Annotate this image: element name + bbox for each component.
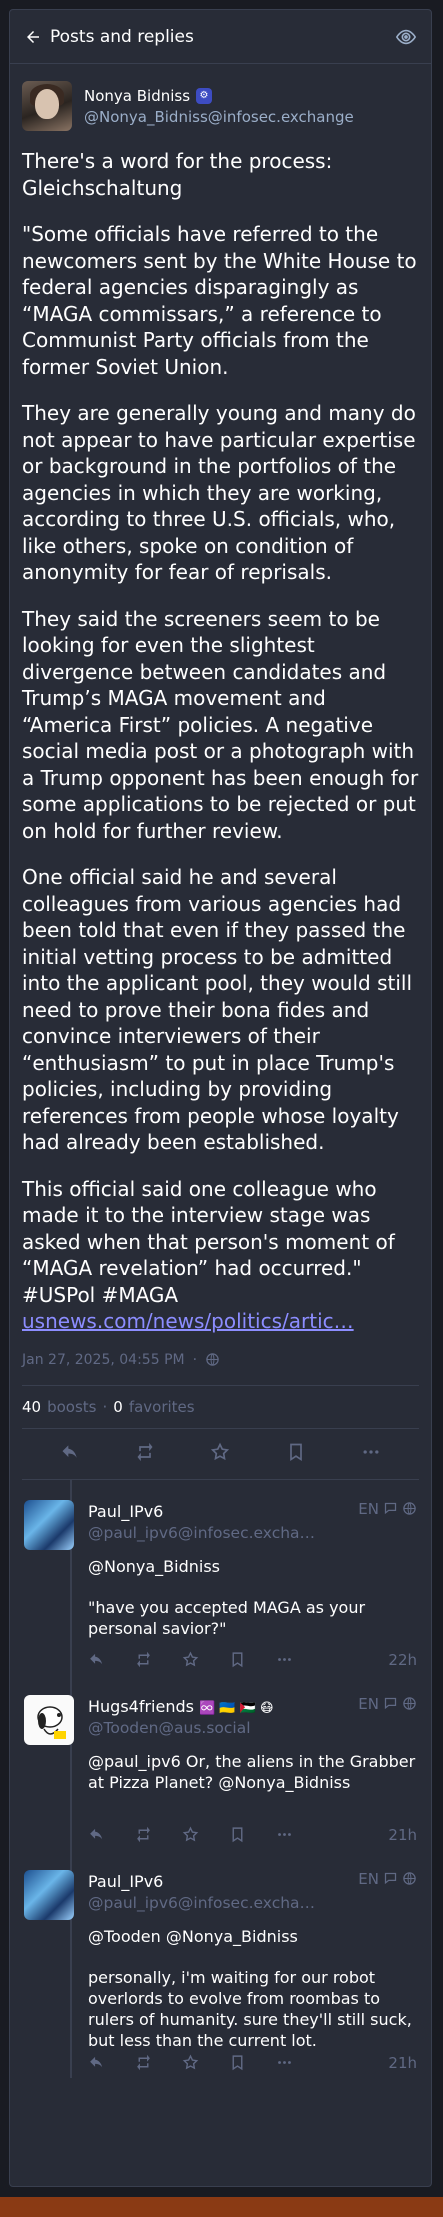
boosts-label[interactable]: boosts [47,1398,96,1416]
name-emojis: ♾️ 🇺🇦 🇵🇸 😷 [199,1700,274,1716]
boosts-count[interactable]: 40 [22,1398,41,1416]
status-timestamp[interactable]: Jan 27, 2025, 04:55 PM [22,1352,185,1368]
bookmark-icon[interactable] [229,1651,246,1668]
avatar[interactable] [24,1694,74,1745]
status-meta: Jan 27, 2025, 04:55 PM · [22,1345,419,1375]
avatar[interactable] [24,1869,74,1920]
account-handle: @paul_ipv6@infosec.excha… [88,1523,316,1542]
back-arrow-icon [27,30,39,43]
reply-status[interactable]: EN Paul_IPv6 @paul_ipv6@infosec.excha… @… [10,1480,431,1675]
more-button[interactable] [361,1442,381,1466]
more-icon[interactable] [276,1651,293,1668]
status-paragraph: They are generally young and many do not… [22,401,416,584]
status-paragraph: There's a word for the process: Gleichsc… [22,149,333,200]
more-icon[interactable] [276,2054,293,2071]
eye-icon[interactable] [395,26,417,48]
bottom-bar [0,2197,443,2217]
reply-status[interactable]: EN Hugs4friends ♾️ 🇺🇦 🇵🇸 😷 @Tooden@aus.s… [10,1675,431,1850]
article-link[interactable]: usnews.com/news/politics/artic… [22,1309,354,1333]
reply-meta: EN [358,1500,417,1518]
reply-content: @Nonya_Bidniss "have you accepted MAGA a… [88,1556,417,1639]
boost-icon [137,1442,153,1461]
reply-icon[interactable] [88,1651,105,1668]
favorites-label[interactable]: favorites [129,1398,195,1416]
bookmark-icon[interactable] [229,1826,246,1843]
reply-paragraph: "have you accepted MAGA as your personal… [88,1597,366,1638]
reply-action-bar: 21h [88,2048,417,2078]
reply-content: @paul_ipv6 Or, the aliens in the Grabber… [88,1751,417,1793]
globe-icon [206,1353,219,1366]
globe-icon [403,1697,416,1710]
quote-icon [384,1697,397,1710]
globe-icon [403,1872,416,1885]
reply-paragraph: @Nonya_Bidniss [88,1556,221,1576]
back-button[interactable]: Posts and replies [24,27,194,47]
boost-icon[interactable] [135,1651,152,1668]
snoopy-avatar-image [37,1705,66,1739]
account-handle: @paul_ipv6@infosec.excha… [88,1893,316,1912]
reply-time[interactable]: 22h [388,1651,417,1669]
reply-time[interactable]: 21h [388,1826,417,1844]
globe-icon [403,1502,416,1515]
column-header: Posts and replies [10,10,431,64]
reply-action-bar: 21h [88,1820,417,1850]
status-paragraph: This official said one colleague who mad… [22,1176,395,1334]
status-paragraph: One official said he and several colleag… [22,865,412,1154]
status-paragraph: They said the screeners seem to be looki… [22,606,419,843]
more-icon[interactable] [276,1826,293,1843]
status-account[interactable]: Nonya Bidniss ⚙ @Nonya_Bidniss@infosec.e… [22,78,419,134]
reply-meta: EN [358,1695,417,1713]
avatar[interactable] [24,1499,74,1550]
account-handle: @Tooden@aus.social [88,1718,251,1737]
reply-action-bar: 22h [88,1645,417,1675]
boost-button[interactable] [135,1442,155,1466]
quote-icon [384,1872,397,1885]
bot-icon: ⚙ [196,87,213,104]
reply-time[interactable]: 21h [388,2054,417,2072]
bookmark-icon [290,1443,302,1461]
favorites-count[interactable]: 0 [113,1398,123,1416]
reply-status[interactable]: EN Paul_IPv6 @paul_ipv6@infosec.excha… @… [10,1850,431,2078]
status-paragraph: "Some officials have referred to the new… [22,222,417,379]
boost-icon[interactable] [135,1826,152,1843]
column-title: Posts and replies [50,26,194,47]
meta-separator: · [192,1351,198,1368]
display-name: Hugs4friends [88,1696,194,1716]
reply-paragraph: personally, i'm waiting for our robot ov… [88,1967,412,2050]
star-icon[interactable] [182,2054,199,2071]
status-action-bar [22,1429,419,1480]
status-counts: 40 boosts · 0 favorites [22,1384,419,1429]
bookmark-icon[interactable] [229,2054,246,2071]
language-tag: EN [358,1499,379,1518]
avatar[interactable] [22,81,72,131]
language-tag: EN [358,1869,379,1888]
display-name: Nonya Bidniss [84,86,191,105]
reply-paragraph: @Tooden @Nonya_Bidniss [88,1926,298,1946]
status-column: Posts and replies Nonya Bidniss ⚙ @Nonya… [9,9,432,2187]
favorite-button[interactable] [210,1442,230,1466]
star-icon[interactable] [182,1651,199,1668]
reply-button[interactable] [60,1442,80,1466]
reply-meta: EN [358,1870,417,1888]
account-handle: @Nonya_Bidniss@infosec.exchange [84,107,354,126]
bookmark-button[interactable] [286,1442,306,1466]
status-content: There's a word for the process: Gleichsc… [22,148,419,1335]
quote-icon [384,1502,397,1515]
boost-icon[interactable] [135,2054,152,2071]
reply-icon [62,1444,77,1458]
reply-icon[interactable] [88,1826,105,1843]
more-icon [363,1449,379,1454]
reply-content: @Tooden @Nonya_Bidniss personally, i'm w… [88,1926,417,2051]
language-tag: EN [358,1694,379,1713]
main-status: Nonya Bidniss ⚙ @Nonya_Bidniss@infosec.e… [10,64,431,1480]
star-icon [211,1442,230,1460]
replies-list: EN Paul_IPv6 @paul_ipv6@infosec.excha… @… [10,1479,431,2078]
star-icon[interactable] [182,1826,199,1843]
reply-paragraph: @paul_ipv6 Or, the aliens in the Grabber… [88,1751,416,1792]
reply-icon[interactable] [88,2054,105,2071]
counts-separator: · [102,1397,108,1416]
